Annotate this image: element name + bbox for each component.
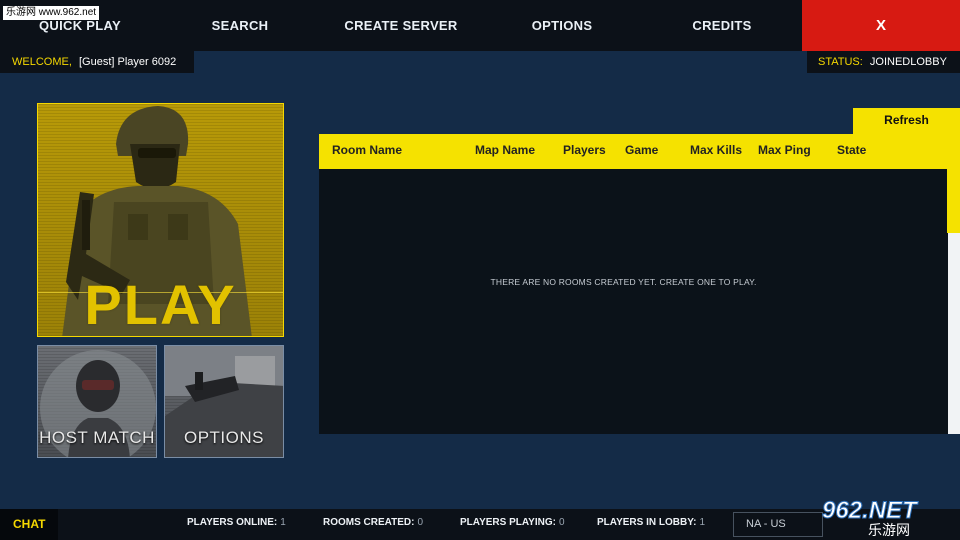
column-room-name[interactable]: Room Name xyxy=(332,134,402,167)
top-nav-bar: QUICK PLAY SEARCH CREATE SERVER OPTIONS … xyxy=(0,0,960,51)
nav-search[interactable]: SEARCH xyxy=(160,0,320,51)
play-tile[interactable]: PLAY xyxy=(37,103,284,337)
site-logo-watermark: 962.NET 乐游网 xyxy=(822,497,920,539)
status-label: STATUS: xyxy=(818,56,863,68)
nav-options[interactable]: OPTIONS xyxy=(482,0,642,51)
stat-rooms-created: ROOMS CREATED: 0 xyxy=(323,509,423,536)
stat-players-playing: PLAYERS PLAYING: 0 xyxy=(460,509,565,536)
welcome-label: WELCOME, xyxy=(12,56,72,68)
column-max-ping[interactable]: Max Ping xyxy=(758,134,811,167)
welcome-bar: WELCOME, [Guest] Player 6092 xyxy=(0,51,194,73)
status-bar: STATUS: JOINEDLOBBY xyxy=(807,51,960,73)
stat-label: PLAYERS PLAYING: xyxy=(460,517,556,528)
stat-value: 1 xyxy=(699,517,706,528)
column-max-kills[interactable]: Max Kills xyxy=(690,134,742,167)
host-match-tile[interactable]: HOST MATCH xyxy=(37,345,157,458)
room-list-scrollbar-thumb[interactable] xyxy=(947,169,960,233)
close-button[interactable]: X xyxy=(802,0,960,51)
chat-button[interactable]: CHAT xyxy=(0,509,58,540)
stat-players-online: PLAYERS ONLINE: 1 xyxy=(187,509,286,536)
host-match-label: HOST MATCH xyxy=(39,428,155,447)
options-tile[interactable]: OPTIONS xyxy=(164,345,284,458)
refresh-button[interactable]: Refresh xyxy=(853,108,960,134)
column-game[interactable]: Game xyxy=(625,134,658,167)
options-label: OPTIONS xyxy=(183,428,264,447)
stat-value: 1 xyxy=(280,517,286,528)
column-map-name[interactable]: Map Name xyxy=(475,134,535,167)
svg-text:乐游网: 乐游网 xyxy=(868,523,910,538)
region-select[interactable]: NA - US xyxy=(733,512,823,537)
nav-create-server[interactable]: CREATE SERVER xyxy=(320,0,482,51)
play-label: PLAY xyxy=(84,273,237,336)
status-value: JOINEDLOBBY xyxy=(869,56,947,68)
empty-room-message: THERE ARE NO ROOMS CREATED YET. CREATE O… xyxy=(490,277,757,287)
stat-label: PLAYERS ONLINE: xyxy=(187,517,278,528)
stat-label: PLAYERS IN LOBBY: xyxy=(597,517,697,528)
stat-value: 0 xyxy=(417,517,424,528)
nav-credits[interactable]: CREDITS xyxy=(642,0,802,51)
player-name: [Guest] Player 6092 xyxy=(78,56,177,68)
room-list xyxy=(319,169,948,434)
stat-players-in-lobby: PLAYERS IN LOBBY: 1 xyxy=(597,509,705,536)
bottom-bar: CHAT PLAYERS ONLINE: 1 ROOMS CREATED: 0 PL… xyxy=(0,509,960,540)
site-watermark: 乐游网 www.962.net xyxy=(3,6,100,20)
room-list-header: Room Name Map Name Players Game Max Kill… xyxy=(319,134,960,169)
stat-label: ROOMS CREATED: xyxy=(323,517,415,528)
column-players[interactable]: Players xyxy=(563,134,606,167)
stat-value: 0 xyxy=(558,517,565,528)
svg-text:962.NET: 962.NET xyxy=(822,497,919,524)
column-state[interactable]: State xyxy=(837,134,866,167)
